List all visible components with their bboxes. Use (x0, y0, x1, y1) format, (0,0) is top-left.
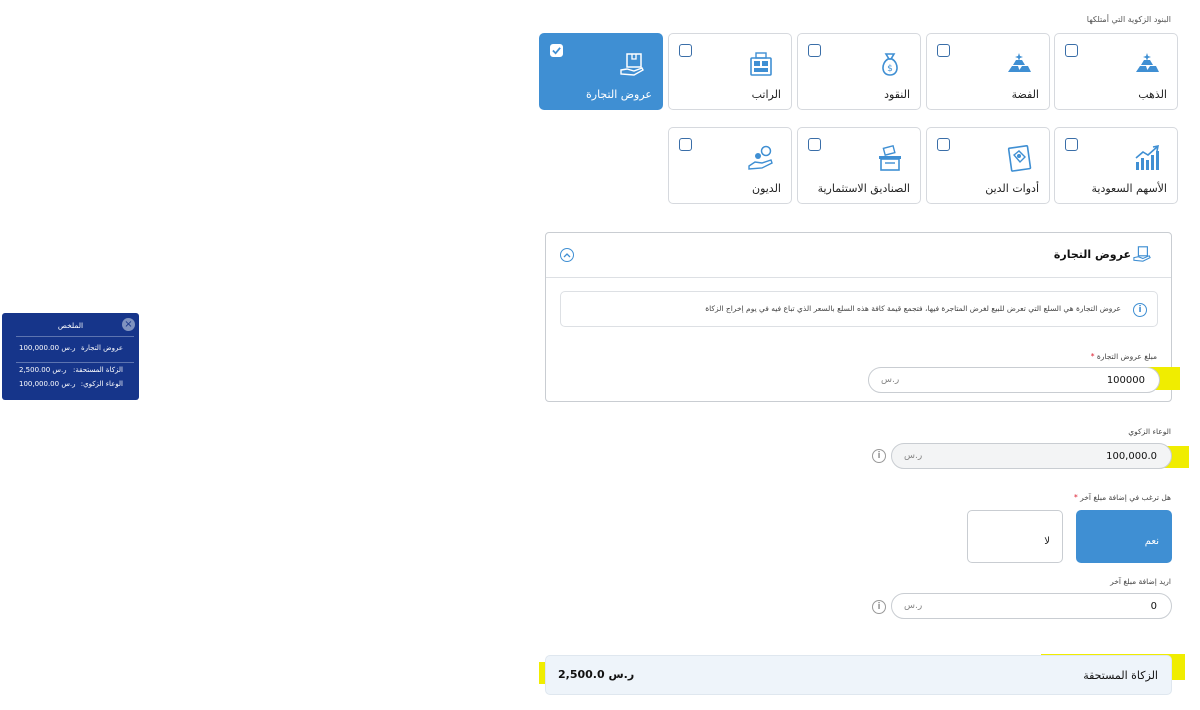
debt-instruments-icon (1007, 145, 1032, 172)
currency-label: ر.س (904, 601, 923, 611)
silver-bars-icon (1008, 53, 1031, 72)
zakat-due-bar: الزكاة المستحقة 2,500.0 ر.س (545, 655, 1172, 695)
summary-value: 2,500.00 ر.س (19, 366, 67, 374)
svg-text:$: $ (887, 64, 893, 74)
currency-label: ر.س (881, 375, 900, 385)
asset-card-gold[interactable]: الذهب (1054, 33, 1178, 110)
summary-popup: الملخص × عروض التجارة 100,000.00 ر.س الز… (2, 313, 139, 400)
summary-key: الوعاء الزكوي: (80, 380, 123, 388)
section-label: البنود الزكوية التي أمتلكها (1086, 15, 1171, 24)
no-label: لا (1044, 536, 1050, 547)
asset-card-salary[interactable]: الراتب (668, 33, 792, 110)
asset-label: الذهب (1138, 88, 1167, 101)
summary-row: الوعاء الزكوي: 100,000.00 ر.س (19, 380, 123, 390)
zakat-due-label: الزكاة المستحقة (1083, 669, 1158, 682)
help-icon[interactable]: i (872, 449, 886, 463)
checkbox[interactable] (808, 44, 821, 57)
summary-key: عروض التجارة (81, 344, 123, 352)
summary-key: الزكاة المستحقة: (73, 366, 123, 374)
debts-hand-icon (748, 145, 773, 170)
asset-card-investment-funds[interactable]: الصناديق الاستثمارية (797, 127, 921, 204)
asset-card-silver[interactable]: الفضة (926, 33, 1050, 110)
add-amount-question: هل ترغب في إضافة مبلغ آخر * (1073, 493, 1171, 502)
summary-value: 100,000.00 ر.س (19, 380, 76, 388)
checkbox[interactable] (679, 44, 692, 57)
info-text: عروض التجارة هي السلع التي تعرض للبيع لغ… (705, 304, 1121, 313)
asset-label: الديون (751, 182, 781, 195)
checkbox[interactable] (937, 138, 950, 151)
currency-label: ر.س (904, 451, 923, 461)
checkbox[interactable] (808, 138, 821, 151)
asset-label: عروض التجارة (586, 88, 652, 101)
asset-label: الراتب (751, 88, 781, 101)
trade-box-icon (1133, 246, 1151, 262)
summary-row: الزكاة المستحقة: 2,500.00 ر.س (19, 366, 123, 376)
asset-label: النقود (884, 88, 910, 101)
yes-option[interactable]: نعم (1076, 510, 1172, 563)
checkbox[interactable] (1065, 138, 1078, 151)
asset-label: الفضة (1011, 88, 1039, 101)
asset-label: الأسهم السعودية (1091, 182, 1167, 195)
panel-header: عروض التجارة (546, 233, 1171, 278)
divider (16, 362, 134, 363)
yes-label: نعم (1144, 536, 1159, 547)
stocks-chart-icon (1135, 144, 1160, 170)
zakat-base-input: 100,000.0 ر.س (891, 443, 1172, 469)
zakat-base-label: الوعاء الزكوي (1128, 427, 1171, 436)
input-value: 100,000.0 (1106, 451, 1157, 462)
divider (16, 336, 134, 337)
input-value: 100000 (1106, 375, 1145, 386)
trade-offers-panel: عروض التجارة i عروض التجارة هي السلع الت… (545, 232, 1180, 402)
trade-box-icon (620, 53, 644, 76)
gold-bars-icon (1136, 53, 1159, 72)
salary-icon (750, 52, 772, 76)
extra-amount-label: اريد إضافة مبلغ آخر (1110, 577, 1171, 586)
zakat-due-value: 2,500.0 ر.س (558, 668, 635, 681)
no-option[interactable]: لا (967, 510, 1063, 563)
asset-label: أدوات الدين (985, 182, 1039, 195)
amount-label: مبلغ عروض التجارة * (1090, 352, 1157, 361)
asset-card-cash[interactable]: $ النقود (797, 33, 921, 110)
info-icon: i (1133, 303, 1147, 317)
summary-value: 100,000.00 ر.س (19, 344, 76, 352)
asset-card-debt-instruments[interactable]: أدوات الدين (926, 127, 1050, 204)
summary-row: عروض التجارة 100,000.00 ر.س (19, 344, 123, 354)
extra-amount-input[interactable]: 0 ر.س (891, 593, 1172, 619)
checkbox[interactable] (1065, 44, 1078, 57)
info-box: i عروض التجارة هي السلع التي تعرض للبيع … (560, 291, 1158, 327)
asset-label: الصناديق الاستثمارية (817, 182, 910, 195)
money-bag-icon: $ (882, 53, 898, 76)
collapse-chevron-icon[interactable] (560, 248, 574, 262)
asset-card-trade[interactable]: عروض التجارة (539, 33, 663, 110)
checkbox[interactable] (679, 138, 692, 151)
checkbox[interactable] (937, 44, 950, 57)
panel-title: عروض التجارة (1053, 248, 1131, 261)
close-icon[interactable]: × (122, 318, 135, 331)
summary-title: الملخص (57, 321, 84, 330)
asset-card-debts[interactable]: الديون (668, 127, 792, 204)
investment-funds-icon (879, 144, 901, 171)
help-icon[interactable]: i (872, 600, 886, 614)
trade-amount-input[interactable]: 100000 ر.س (868, 367, 1160, 393)
input-value: 0 (1150, 601, 1157, 612)
checkbox-checked[interactable] (550, 44, 563, 57)
asset-card-saudi-stocks[interactable]: الأسهم السعودية (1054, 127, 1178, 204)
